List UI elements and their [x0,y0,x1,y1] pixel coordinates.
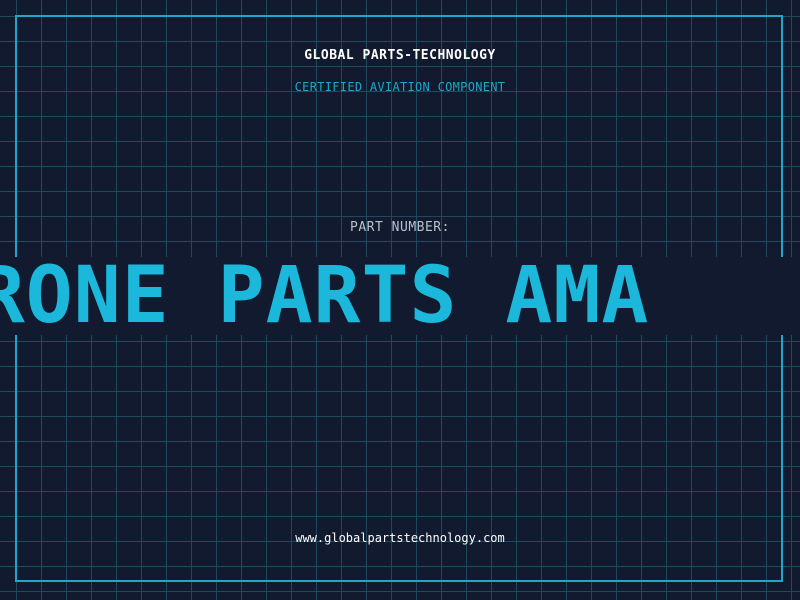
brand-title: GLOBAL PARTS-TECHNOLOGY [304,48,496,63]
website-url: www.globalpartstechnology.com [295,531,505,545]
certificate-page: GLOBAL PARTS-TECHNOLOGY CERTIFIED AVIATI… [0,0,800,600]
part-number-label: PART NUMBER: [350,220,450,235]
part-number-banner: OP DRONE PARTS AMA [0,257,800,335]
certification-subtitle: CERTIFIED AVIATION COMPONENT [294,80,506,94]
scrolling-part-text: OP DRONE PARTS AMA [0,257,650,335]
